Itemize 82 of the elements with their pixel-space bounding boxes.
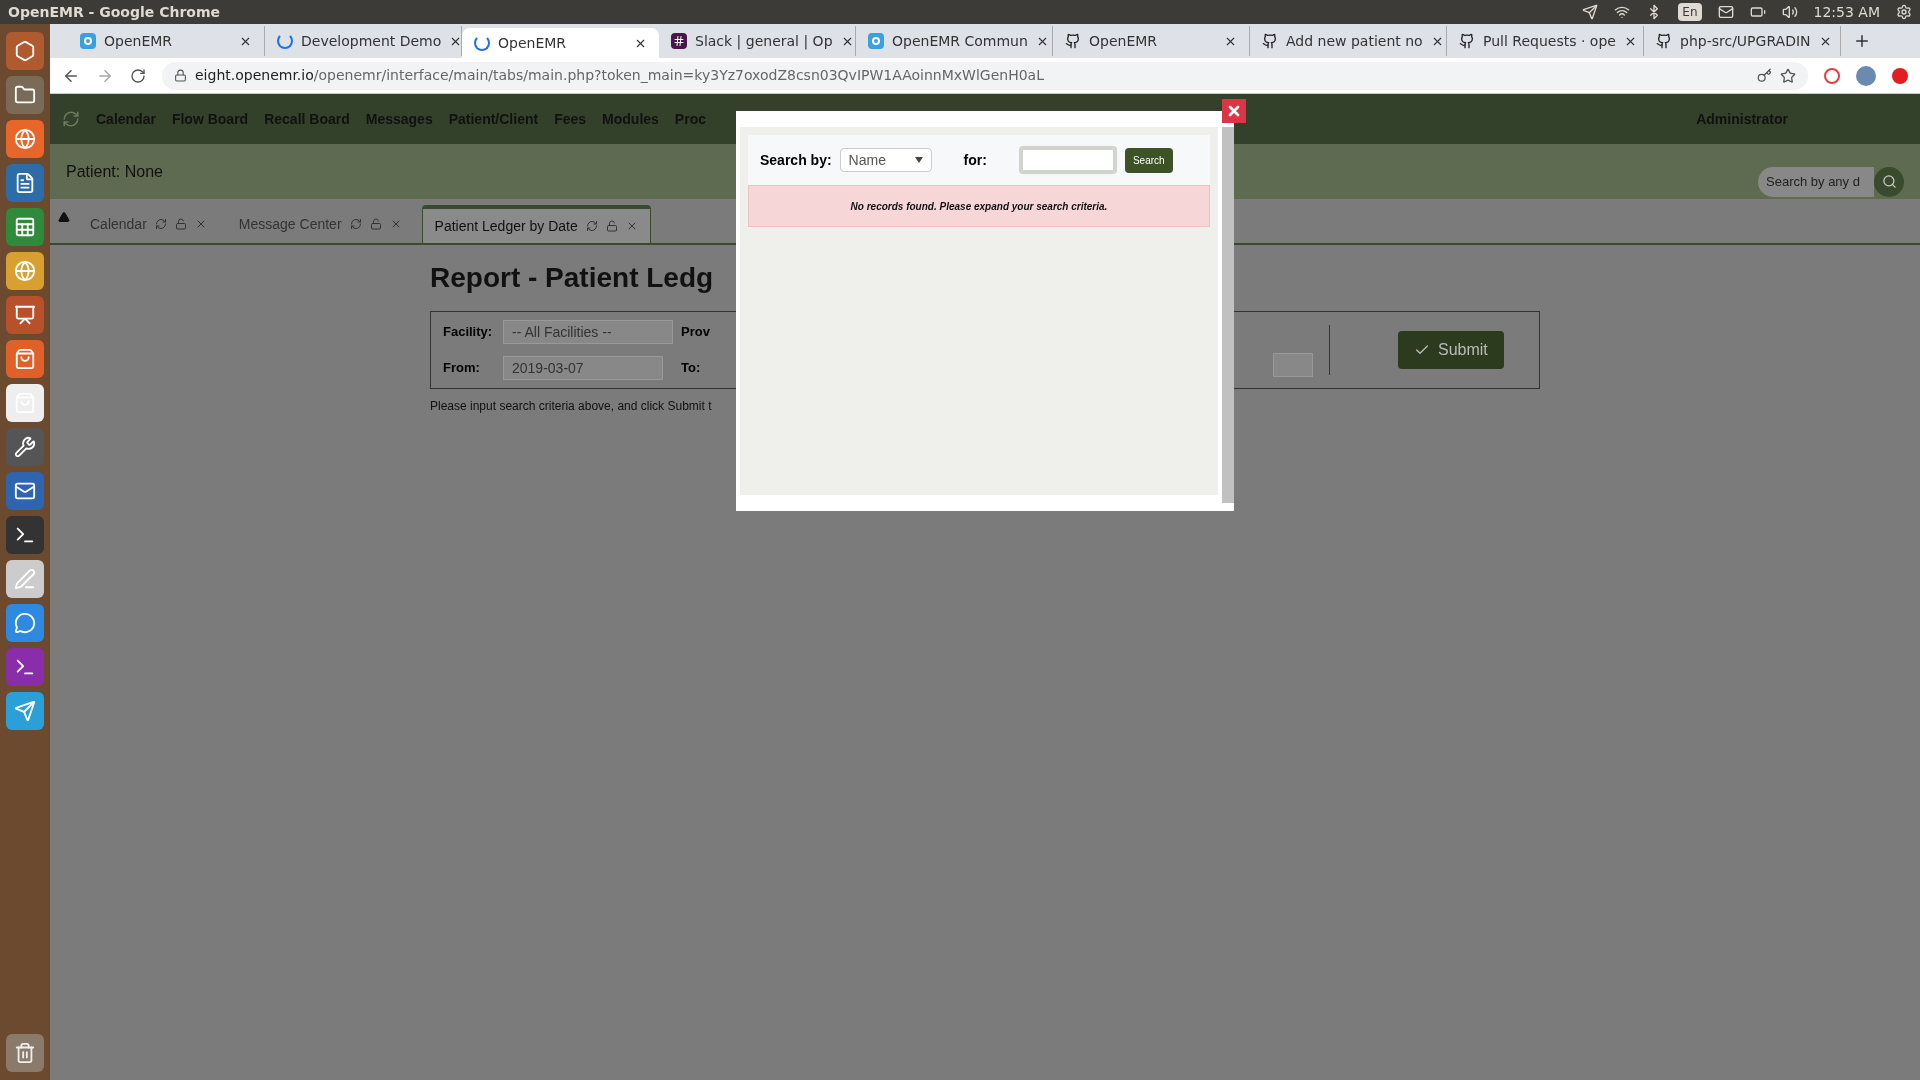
to-label: To: [680, 359, 702, 378]
patient-search-field[interactable]: Search by any d [1758, 166, 1874, 197]
new-tab-icon[interactable] [1853, 32, 1871, 50]
search-button[interactable]: Search [1124, 147, 1173, 173]
search-by-label: Search by: [760, 150, 832, 170]
clock[interactable]: 12:53 AM [1813, 1, 1880, 23]
patient-label: Patient: None [66, 161, 163, 182]
unlock-icon[interactable] [174, 218, 187, 230]
github-icon [1656, 33, 1672, 49]
tab-title: OpenEMR [104, 31, 174, 51]
refresh-icon[interactable] [154, 218, 167, 230]
openemr-icon [868, 33, 884, 49]
tab-title: OpenEMR [1089, 31, 1159, 51]
facility-label: Facility: [443, 323, 494, 342]
software-icon[interactable] [6, 340, 44, 378]
tab-title: php-src/UPGRADIN [1680, 31, 1811, 51]
caret-icon [914, 157, 923, 163]
app-tab[interactable]: Patient Ledger by Date [421, 205, 651, 243]
files-icon[interactable] [6, 76, 44, 114]
wifi-icon[interactable] [1614, 4, 1631, 20]
presentation-icon[interactable] [6, 296, 44, 334]
to-date-field[interactable] [1273, 353, 1313, 377]
terminal-icon[interactable] [6, 516, 44, 554]
provider-label: Prov [680, 323, 711, 342]
from-date-field[interactable]: 2019-03-07 [503, 356, 663, 380]
for-label: for: [963, 150, 987, 170]
browser-tab[interactable]: OpenEMR [68, 26, 265, 56]
no-records-alert: No records found. Please expand your search criteria. [748, 185, 1210, 227]
github-icon [1262, 33, 1278, 49]
browser-tab[interactable]: OpenEMR [462, 28, 659, 58]
tab-title: OpenEMR Commun [892, 31, 1028, 51]
editor-icon[interactable] [6, 560, 44, 598]
language-indicator[interactable]: En [1678, 3, 1702, 21]
browser-tab[interactable]: php-src/UPGRADIN [1644, 26, 1841, 56]
browser-tab[interactable]: Slack | general | Op [659, 26, 856, 56]
refresh-icon[interactable] [585, 220, 598, 232]
browser-tab[interactable]: Add new patient no [1250, 26, 1447, 56]
logo-icon [62, 110, 80, 128]
mail-icon[interactable] [6, 472, 44, 510]
search-by-select[interactable]: Name [839, 148, 932, 172]
tab-title: Pull Requests · ope [1483, 31, 1616, 51]
collapse-icon[interactable] [58, 211, 70, 223]
chat-icon[interactable] [6, 604, 44, 642]
search-input[interactable] [1018, 146, 1117, 174]
tab-title: Add new patient no [1286, 31, 1423, 51]
browser-tab[interactable]: OpenEMR Commun [856, 26, 1053, 56]
battery-icon[interactable] [1749, 4, 1766, 20]
window-title: OpenEMR - Google Chrome [8, 2, 220, 22]
volume-icon[interactable] [1781, 4, 1798, 20]
report-title: Report - Patient Ledg [430, 261, 715, 295]
loading-icon [277, 33, 293, 49]
loading-icon [474, 35, 490, 51]
browser-tab[interactable]: OpenEMR [1053, 26, 1250, 56]
spreadsheet-icon[interactable] [6, 208, 44, 246]
close-icon [1226, 103, 1242, 119]
tools-icon[interactable] [6, 428, 44, 466]
settings-icon[interactable] [1896, 4, 1912, 20]
extension-icon[interactable] [1824, 67, 1840, 84]
github-icon [1459, 33, 1475, 49]
unlock-icon[interactable] [605, 220, 618, 232]
tab-title: OpenEMR [498, 33, 568, 53]
refresh-icon[interactable] [349, 218, 362, 230]
reload-icon[interactable] [130, 67, 146, 84]
instructions-text: Please input search criteria above, and click Submit t [430, 398, 713, 415]
tab-title: Development Demo [301, 31, 442, 51]
mail-icon[interactable] [1717, 4, 1734, 20]
browser-tab[interactable]: Pull Requests · ope [1447, 26, 1644, 56]
hash-icon [671, 33, 687, 49]
from-label: From: [443, 359, 481, 378]
unlock-icon[interactable] [369, 218, 382, 230]
submit-button[interactable]: Submit [1398, 331, 1504, 369]
address-bar[interactable]: eight.openemr.io/openemr/interface/main/tabs/main.php?token_main=ky3Yz7oxodZ8csn03QvIPW1AAoinnMxWlGenH0aL [162, 61, 1808, 90]
extension-icon[interactable] [1892, 67, 1908, 84]
trash-icon[interactable] [6, 1034, 44, 1072]
profile-icon[interactable] [1856, 65, 1876, 86]
github-icon [1065, 33, 1081, 49]
openemr-icon [80, 33, 96, 49]
document-icon[interactable] [6, 164, 44, 202]
close-button[interactable] [1222, 99, 1246, 123]
facility-select[interactable]: -- All Facilities -- [503, 320, 673, 344]
tab-title: Slack | general | Op [695, 31, 833, 52]
search-icon[interactable] [1874, 166, 1904, 197]
